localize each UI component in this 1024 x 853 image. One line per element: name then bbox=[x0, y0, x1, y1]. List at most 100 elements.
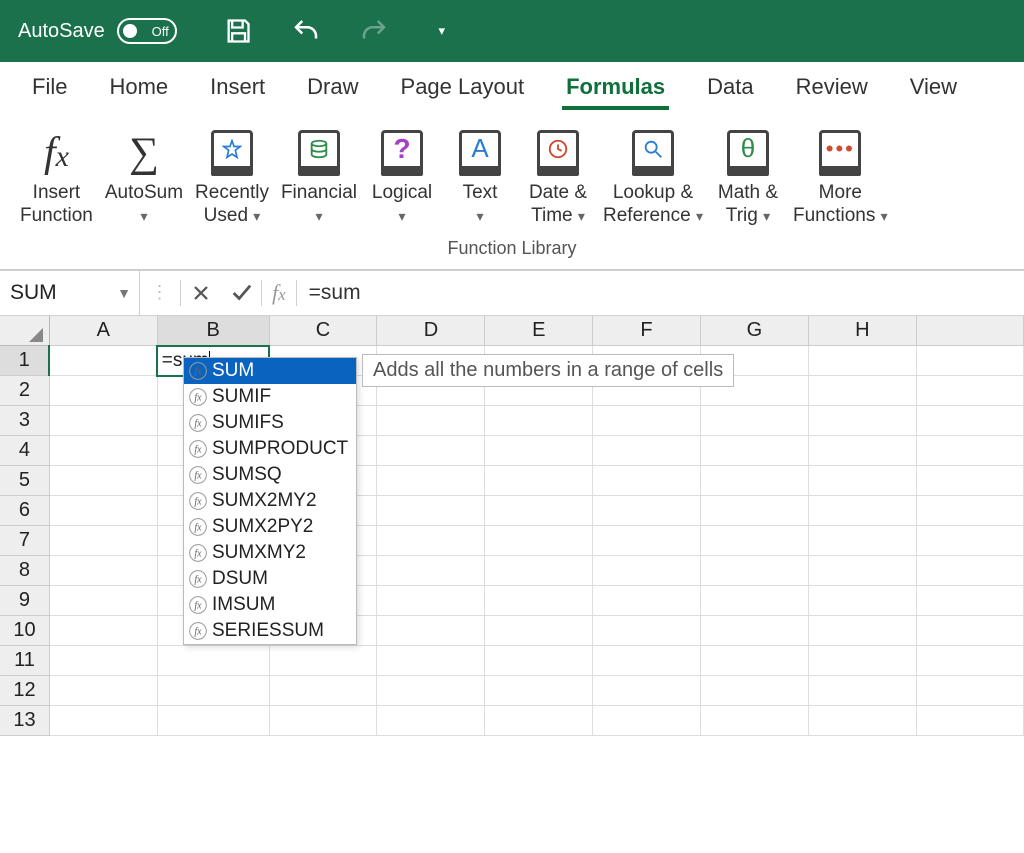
cell-H9[interactable] bbox=[808, 586, 916, 616]
cell-extra-4[interactable] bbox=[916, 436, 1023, 466]
autocomplete-item-sumx2my2[interactable]: fxSUMX2MY2 bbox=[184, 488, 356, 514]
cell-G11[interactable] bbox=[700, 646, 808, 676]
more-functions-button[interactable]: ••• More Functions bbox=[787, 124, 894, 232]
cell-F13[interactable] bbox=[593, 706, 701, 736]
cell-D6[interactable] bbox=[377, 496, 485, 526]
cell-A4[interactable] bbox=[49, 436, 157, 466]
cell-A9[interactable] bbox=[49, 586, 157, 616]
cell-extra-8[interactable] bbox=[916, 556, 1023, 586]
cell-B13[interactable] bbox=[157, 706, 269, 736]
save-icon[interactable] bbox=[223, 16, 253, 46]
financial-button[interactable]: Financial bbox=[275, 124, 363, 232]
enter-formula-button[interactable] bbox=[221, 271, 261, 315]
column-header-next[interactable] bbox=[916, 316, 1023, 346]
row-header-3[interactable]: 3 bbox=[0, 406, 49, 436]
cell-F9[interactable] bbox=[593, 586, 701, 616]
recently-used-button[interactable]: Recently Used bbox=[189, 124, 275, 232]
row-header-10[interactable]: 10 bbox=[0, 616, 49, 646]
autocomplete-item-sumx2py2[interactable]: fxSUMX2PY2 bbox=[184, 514, 356, 540]
cell-G12[interactable] bbox=[700, 676, 808, 706]
cell-G7[interactable] bbox=[700, 526, 808, 556]
cell-H5[interactable] bbox=[808, 466, 916, 496]
cell-F3[interactable] bbox=[593, 406, 701, 436]
cell-G9[interactable] bbox=[700, 586, 808, 616]
cell-A7[interactable] bbox=[49, 526, 157, 556]
cell-E3[interactable] bbox=[485, 406, 593, 436]
cell-extra-7[interactable] bbox=[916, 526, 1023, 556]
cell-E7[interactable] bbox=[485, 526, 593, 556]
cell-H10[interactable] bbox=[808, 616, 916, 646]
cell-B12[interactable] bbox=[157, 676, 269, 706]
formula-autocomplete-dropdown[interactable]: fxSUMfxSUMIFfxSUMIFSfxSUMPRODUCTfxSUMSQf… bbox=[183, 357, 357, 645]
cell-extra-3[interactable] bbox=[916, 406, 1023, 436]
customize-qat-dropdown-icon[interactable]: ▾ bbox=[427, 16, 457, 46]
row-header-8[interactable]: 8 bbox=[0, 556, 49, 586]
cell-D10[interactable] bbox=[377, 616, 485, 646]
cell-G8[interactable] bbox=[700, 556, 808, 586]
column-header-D[interactable]: D bbox=[377, 316, 485, 346]
cell-extra-9[interactable] bbox=[916, 586, 1023, 616]
autocomplete-item-sumif[interactable]: fxSUMIF bbox=[184, 384, 356, 410]
logical-button[interactable]: ? Logical bbox=[363, 124, 441, 232]
cell-G5[interactable] bbox=[700, 466, 808, 496]
lookup-reference-button[interactable]: Lookup & Reference bbox=[597, 124, 709, 232]
cell-F5[interactable] bbox=[593, 466, 701, 496]
math-trig-button[interactable]: θ Math & Trig bbox=[709, 124, 787, 232]
tab-data[interactable]: Data bbox=[703, 66, 757, 110]
cell-C12[interactable] bbox=[269, 676, 377, 706]
tab-draw[interactable]: Draw bbox=[303, 66, 362, 110]
row-header-5[interactable]: 5 bbox=[0, 466, 49, 496]
autosave-switch[interactable]: Off bbox=[117, 18, 177, 44]
row-header-7[interactable]: 7 bbox=[0, 526, 49, 556]
column-header-A[interactable]: A bbox=[49, 316, 157, 346]
cell-E8[interactable] bbox=[485, 556, 593, 586]
cell-D11[interactable] bbox=[377, 646, 485, 676]
autocomplete-item-sumifs[interactable]: fxSUMIFS bbox=[184, 410, 356, 436]
cell-G13[interactable] bbox=[700, 706, 808, 736]
cell-F4[interactable] bbox=[593, 436, 701, 466]
tab-insert[interactable]: Insert bbox=[206, 66, 269, 110]
cell-A13[interactable] bbox=[49, 706, 157, 736]
cell-A6[interactable] bbox=[49, 496, 157, 526]
autosave-toggle[interactable]: AutoSave Off bbox=[18, 18, 177, 44]
cell-extra-12[interactable] bbox=[916, 676, 1023, 706]
cell-A12[interactable] bbox=[49, 676, 157, 706]
row-header-2[interactable]: 2 bbox=[0, 376, 49, 406]
row-header-11[interactable]: 11 bbox=[0, 646, 49, 676]
cell-A5[interactable] bbox=[49, 466, 157, 496]
cell-E11[interactable] bbox=[485, 646, 593, 676]
autocomplete-item-sum[interactable]: fxSUM bbox=[184, 358, 356, 384]
cell-D9[interactable] bbox=[377, 586, 485, 616]
cell-D3[interactable] bbox=[377, 406, 485, 436]
column-header-B[interactable]: B bbox=[157, 316, 269, 346]
tab-file[interactable]: File bbox=[28, 66, 71, 110]
cell-H11[interactable] bbox=[808, 646, 916, 676]
fx-icon[interactable]: fx bbox=[262, 280, 296, 306]
row-header-9[interactable]: 9 bbox=[0, 586, 49, 616]
cell-F8[interactable] bbox=[593, 556, 701, 586]
cancel-formula-button[interactable] bbox=[181, 271, 221, 315]
cell-A3[interactable] bbox=[49, 406, 157, 436]
cell-G3[interactable] bbox=[700, 406, 808, 436]
cell-E12[interactable] bbox=[485, 676, 593, 706]
column-header-E[interactable]: E bbox=[485, 316, 593, 346]
cell-H2[interactable] bbox=[808, 376, 916, 406]
extra-options-icon[interactable]: ⋮ bbox=[140, 271, 180, 315]
cell-H8[interactable] bbox=[808, 556, 916, 586]
cell-H4[interactable] bbox=[808, 436, 916, 466]
cell-D13[interactable] bbox=[377, 706, 485, 736]
row-header-4[interactable]: 4 bbox=[0, 436, 49, 466]
cell-H7[interactable] bbox=[808, 526, 916, 556]
cell-extra-2[interactable] bbox=[916, 376, 1023, 406]
cell-F10[interactable] bbox=[593, 616, 701, 646]
cell-extra-10[interactable] bbox=[916, 616, 1023, 646]
cell-B11[interactable] bbox=[157, 646, 269, 676]
cell-A2[interactable] bbox=[49, 376, 157, 406]
cell-extra-11[interactable] bbox=[916, 646, 1023, 676]
cell-D7[interactable] bbox=[377, 526, 485, 556]
column-header-G[interactable]: G bbox=[700, 316, 808, 346]
cell-E13[interactable] bbox=[485, 706, 593, 736]
autosum-button[interactable]: ∑ AutoSum bbox=[99, 124, 189, 232]
cell-A8[interactable] bbox=[49, 556, 157, 586]
cell-extra-13[interactable] bbox=[916, 706, 1023, 736]
